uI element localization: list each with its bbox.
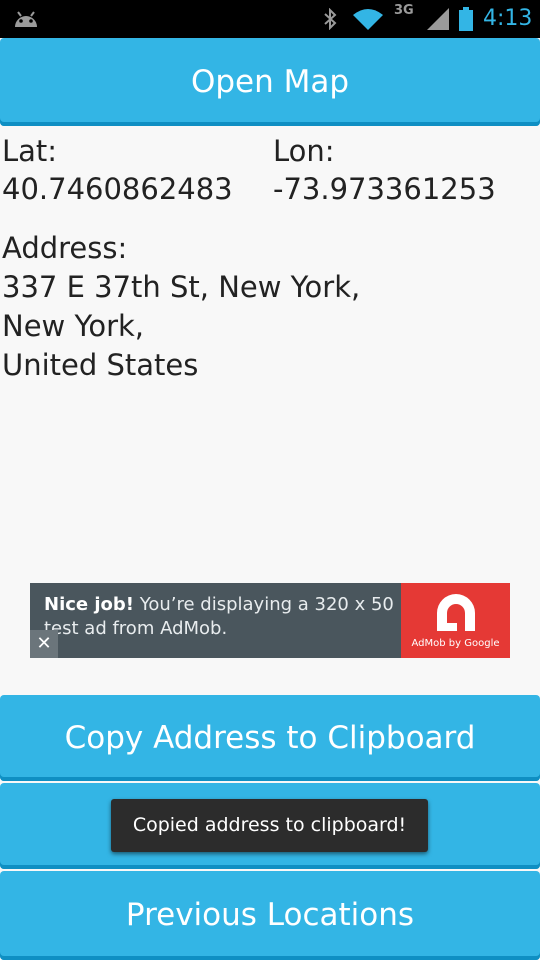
admob-logo-box: AdMob by Google [401,583,510,658]
ad-banner[interactable]: Nice job! You’re displaying a 320 x 50 t… [30,583,510,658]
ad-text: Nice job! You’re displaying a 320 x 50 t… [44,593,404,641]
network-type: 3G [394,3,414,18]
address-line: 337 E 37th St, New York, [2,270,361,304]
status-clock: 4:13 [483,6,533,31]
android-icon [12,7,40,33]
previous-locations-button[interactable]: Previous Locations [0,871,540,960]
address-line: United States [2,348,199,382]
battery-icon [458,7,474,35]
address-line: New York, [2,309,145,343]
ad-headline: Nice job! [44,594,135,615]
admob-brand-label: AdMob by Google [411,638,500,649]
open-map-button[interactable]: Open Map [0,38,540,126]
lat-label: Lat: [2,134,58,168]
lon-value: -73.973361253 [273,172,496,206]
admob-logo-icon [433,591,479,637]
copy-address-button[interactable]: Copy Address to Clipboard [0,695,540,781]
bluetooth-icon [323,7,337,34]
address-label: Address: [2,231,128,265]
signal-icon [426,7,450,35]
status-bar: 3G 4:13 [0,0,540,38]
lat-value: 40.7460862483 [2,172,233,206]
ad-close-icon[interactable]: ✕ [30,630,58,658]
lon-label: Lon: [273,134,335,168]
wifi-icon [352,7,384,35]
toast-message: Copied address to clipboard! [111,799,428,852]
